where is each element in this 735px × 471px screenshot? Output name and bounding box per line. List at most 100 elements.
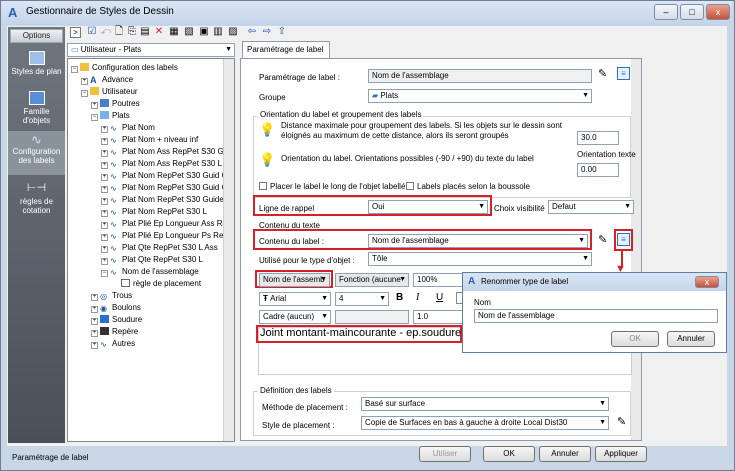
methode-combo[interactable]: Basé sur surface ▼	[361, 397, 609, 411]
tree-node[interactable]: + Soudure	[71, 314, 228, 326]
expand-icon[interactable]: +	[101, 234, 108, 241]
place-along-checkbox[interactable]: Placer le label le long de l'objet label…	[259, 182, 405, 191]
dialog-cancel-button[interactable]: Annuler	[667, 331, 715, 347]
edit-content-icon[interactable]: ✎	[598, 233, 612, 247]
tree-node[interactable]: + ∿ Plat Nom RepPet S30 L	[71, 206, 228, 218]
collapse-tree-icon[interactable]: >	[70, 27, 81, 38]
cadre-option-combo[interactable]	[335, 310, 409, 324]
type-combo[interactable]: Tôle ▼	[368, 252, 592, 266]
paste-icon[interactable]: ▤	[139, 26, 151, 38]
compass-checkbox[interactable]: Labels placés selon la boussole	[406, 182, 530, 191]
copy-icon[interactable]: ⎘	[126, 26, 138, 38]
visibility-combo[interactable]: Defaut ▼	[548, 200, 634, 214]
tree-node[interactable]: + A Advance	[71, 74, 228, 86]
tree-node[interactable]: + ∿ Plat Plié Ep Longueur Ps Rep	[71, 230, 228, 242]
tree-node[interactable]: + ∿ Plat Nom RepPet S30 Guide	[71, 194, 228, 206]
checkbox-box[interactable]	[259, 182, 267, 190]
expand-icon[interactable]: +	[101, 246, 108, 253]
expand-icon[interactable]: +	[91, 318, 98, 325]
close-button[interactable]: x	[706, 4, 730, 20]
style-combo[interactable]: Copie de Surfaces en bas à gauche à droi…	[361, 416, 609, 430]
contenu-combo[interactable]: Nom de l'assemblage ▼	[368, 234, 588, 248]
expand-icon[interactable]: +	[101, 162, 108, 169]
font-combo[interactable]: Ŧ Arial ▼	[259, 292, 331, 306]
tree-node[interactable]: règle de placement	[71, 278, 228, 290]
tree-node[interactable]: + Repère	[71, 326, 228, 338]
export-icon[interactable]: ▦	[168, 26, 180, 38]
expand-icon[interactable]: +	[91, 342, 98, 349]
import-icon[interactable]: ▧	[183, 26, 195, 38]
orientation-field[interactable]: 0.00	[577, 163, 619, 177]
tree-node[interactable]: + ∿ Plat Nom Ass RepPet S30 Gu	[71, 146, 228, 158]
expand-icon[interactable]: +	[81, 78, 88, 85]
cancel-button[interactable]: Annuler	[539, 446, 591, 462]
expand-icon[interactable]: +	[101, 138, 108, 145]
config-combo[interactable]: ▭ Utilisateur - Plats ▼	[67, 43, 235, 57]
italic-button[interactable]: I	[416, 292, 428, 303]
bold-button[interactable]: B	[396, 292, 408, 303]
sidebar-item-cotation[interactable]: ⊢⊣ règles de cotation	[8, 179, 65, 219]
function-combo[interactable]: Fonction (aucune ▼	[335, 273, 409, 287]
back-arrow-icon[interactable]: ⇦	[246, 26, 258, 38]
tree-node[interactable]: + ∿ Plat Nom Ass RepPet S30 L	[71, 158, 228, 170]
expand-icon[interactable]: +	[101, 222, 108, 229]
tree-node[interactable]: + ∿ Plat Plié Ep Longueur Ass Re	[71, 218, 228, 230]
tree-node[interactable]: − Plats	[71, 110, 228, 122]
new-icon[interactable]: 🗋	[113, 26, 125, 38]
apply-button[interactable]: Appliquer	[595, 446, 647, 462]
options-button[interactable]: Options	[10, 29, 63, 43]
collapse-icon[interactable]: −	[101, 270, 108, 277]
tree-scrollbar[interactable]	[223, 59, 234, 441]
utiliser-button[interactable]: Utiliser	[419, 446, 471, 462]
expand-icon[interactable]: +	[101, 174, 108, 181]
dialog-ok-button[interactable]: OK	[611, 331, 659, 347]
groupe-combo[interactable]: ▰ Plats ▼	[368, 89, 592, 103]
tree-node[interactable]: − Utilisateur	[71, 86, 228, 98]
distance-field[interactable]: 30.0	[577, 131, 619, 145]
param-name-field[interactable]: Nom de l'assemblage	[368, 69, 592, 83]
tree-node[interactable]: + ∿ Plat Nom + niveau inf	[71, 134, 228, 146]
expand-icon[interactable]: +	[101, 210, 108, 217]
up-arrow-icon[interactable]: ⇧	[276, 26, 288, 38]
nom-input[interactable]: Nom de l'assemblage	[474, 309, 718, 323]
tree-node[interactable]: − Configuration des labels	[71, 62, 228, 74]
tree-node[interactable]: + Poutres	[71, 98, 228, 110]
ok-button[interactable]: OK	[483, 446, 535, 462]
config-tree[interactable]: − Configuration des labels + A Advance − Uti…	[67, 58, 235, 442]
zoom-field[interactable]: 100%	[413, 273, 465, 287]
tree-node[interactable]: + ∿ Autres	[71, 338, 228, 350]
save-icon[interactable]: ▣	[198, 26, 210, 38]
tree-node[interactable]: + ◎ Trous	[71, 290, 228, 302]
properties-icon[interactable]: ▨	[227, 26, 239, 38]
forward-arrow-icon[interactable]: ⇨	[261, 26, 273, 38]
sidebar-item-styles-plan[interactable]: Styles de plan	[8, 49, 65, 85]
tree-node[interactable]: + ∿ Plat Qte RepPet S30 L	[71, 254, 228, 266]
settings-icon[interactable]: ▥	[212, 26, 224, 38]
check-icon[interactable]: ☑	[86, 26, 98, 38]
expand-icon[interactable]: +	[101, 126, 108, 133]
ligne-rappel-combo[interactable]: Oui ▼	[368, 200, 488, 214]
collapse-icon[interactable]: −	[81, 90, 88, 97]
expand-icon[interactable]: +	[91, 102, 98, 109]
undo-icon[interactable]: ⤺	[100, 26, 112, 38]
checkbox-box[interactable]	[406, 182, 414, 190]
cadre-value-field[interactable]: 1.0	[413, 310, 465, 324]
collapse-icon[interactable]: −	[91, 114, 98, 121]
tree-node[interactable]: + ∿ Plat Nom RepPet S30 Guid G	[71, 182, 228, 194]
sidebar-item-configuration[interactable]: ∿ Configuration des labels	[8, 131, 65, 175]
tree-node[interactable]: + ◉ Boulons	[71, 302, 228, 314]
tree-node[interactable]: + ∿ Plat Qte RepPet S30 L Ass	[71, 242, 228, 254]
expand-icon[interactable]: +	[101, 198, 108, 205]
expand-icon[interactable]: +	[101, 258, 108, 265]
expand-icon[interactable]: +	[101, 186, 108, 193]
expand-icon[interactable]: +	[91, 294, 98, 301]
tree-node[interactable]: + ∿ Plat Nom	[71, 122, 228, 134]
sidebar-item-famille[interactable]: Famille d'objets	[8, 89, 65, 131]
expand-icon[interactable]: +	[101, 150, 108, 157]
edit-icon[interactable]: ✎	[598, 67, 612, 81]
underline-button[interactable]: U	[436, 292, 448, 303]
minimize-button[interactable]: –	[654, 4, 678, 20]
style-settings-icon[interactable]: ✎	[617, 415, 631, 429]
rename-type-icon[interactable]: ≡	[617, 233, 630, 246]
collapse-icon[interactable]: −	[71, 66, 78, 73]
